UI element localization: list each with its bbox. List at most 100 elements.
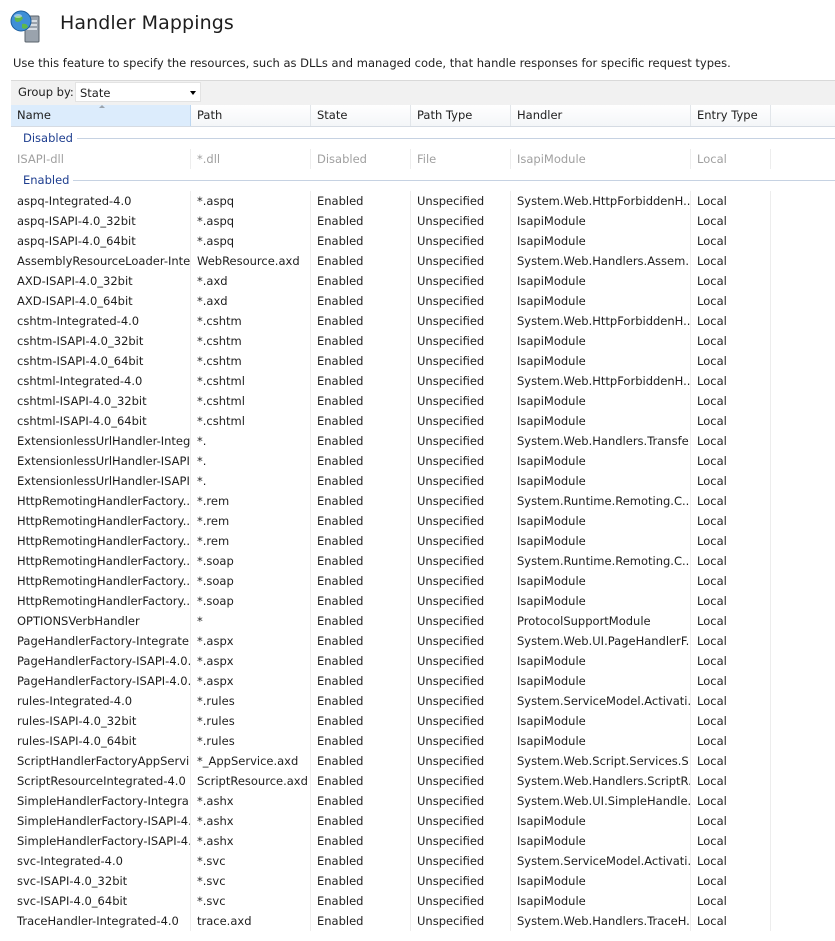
cell-path-type: Unspecified: [411, 291, 511, 311]
group-header-disabled[interactable]: Disabled: [11, 127, 835, 149]
cell-path: *.ashx: [191, 811, 311, 831]
cell-name: rules-ISAPI-4.0_32bit: [11, 711, 191, 731]
table-row[interactable]: SimpleHandlerFactory-Integra... *.ashx Ena…: [11, 791, 835, 811]
table-row[interactable]: ScriptHandlerFactoryAppServi... *_AppServ…: [11, 751, 835, 771]
cell-state: Enabled: [311, 551, 411, 571]
table-row[interactable]: ExtensionlessUrlHandler-ISAPI... *. Enable…: [11, 471, 835, 491]
cell-path-type: File: [411, 149, 511, 169]
cell-filler: [771, 751, 835, 771]
table-row[interactable]: aspq-ISAPI-4.0_32bit *.aspq Enabled Unspeci…: [11, 211, 835, 231]
column-header-path[interactable]: Path: [191, 105, 311, 126]
cell-name: cshtml-Integrated-4.0: [11, 371, 191, 391]
cell-handler: System.Web.Handlers.Assem...: [511, 251, 691, 271]
table-row[interactable]: svc-ISAPI-4.0_32bit *.svc Enabled Unspecifi…: [11, 871, 835, 891]
table-row[interactable]: HttpRemotingHandlerFactory... *.soap Enabl…: [11, 571, 835, 591]
table-row[interactable]: PageHandlerFactory-Integrate... *.aspx Ena…: [11, 631, 835, 651]
cell-name: ExtensionlessUrlHandler-Integ...: [11, 431, 191, 451]
table-row[interactable]: cshtml-Integrated-4.0 *.cshtml Enabled Unsp…: [11, 371, 835, 391]
cell-entry-type: Local: [691, 611, 771, 631]
cell-handler: IsapiModule: [511, 811, 691, 831]
cell-path: *_AppService.axd: [191, 751, 311, 771]
column-header-name[interactable]: Name: [11, 105, 191, 126]
table-row[interactable]: AXD-ISAPI-4.0_64bit *.axd Enabled Unspecifi…: [11, 291, 835, 311]
cell-path: *.aspx: [191, 631, 311, 651]
cell-entry-type: Local: [691, 451, 771, 471]
cell-state: Enabled: [311, 751, 411, 771]
group-divider-line: [23, 138, 835, 139]
cell-path: *.rules: [191, 691, 311, 711]
table-row[interactable]: SimpleHandlerFactory-ISAPI-4... *.ashx Ena…: [11, 831, 835, 851]
cell-path-type: Unspecified: [411, 231, 511, 251]
table-row[interactable]: HttpRemotingHandlerFactory... *.rem Enable…: [11, 491, 835, 511]
cell-path: *.rem: [191, 531, 311, 551]
cell-handler: IsapiModule: [511, 211, 691, 231]
table-row[interactable]: SimpleHandlerFactory-ISAPI-4... *.ashx Ena…: [11, 811, 835, 831]
table-row[interactable]: svc-Integrated-4.0 *.svc Enabled Unspecifie…: [11, 851, 835, 871]
cell-state: Enabled: [311, 891, 411, 911]
table-row[interactable]: rules-ISAPI-4.0_32bit *.rules Enabled Unspe…: [11, 711, 835, 731]
table-row[interactable]: PageHandlerFactory-ISAPI-4.0... *.aspx Ena…: [11, 651, 835, 671]
cell-handler: IsapiModule: [511, 351, 691, 371]
cell-name: svc-Integrated-4.0: [11, 851, 191, 871]
column-header-path-type[interactable]: Path Type: [411, 105, 511, 126]
cell-filler: [771, 231, 835, 251]
cell-entry-type: Local: [691, 871, 771, 891]
cell-handler: IsapiModule: [511, 391, 691, 411]
cell-path-type: Unspecified: [411, 831, 511, 851]
table-row[interactable]: cshtm-ISAPI-4.0_64bit *.cshtm Enabled Unspe…: [11, 351, 835, 371]
table-row[interactable]: HttpRemotingHandlerFactory... *.rem Enable…: [11, 531, 835, 551]
cell-entry-type: Local: [691, 291, 771, 311]
table-row[interactable]: rules-Integrated-4.0 *.rules Enabled Unspec…: [11, 691, 835, 711]
cell-path-type: Unspecified: [411, 391, 511, 411]
table-row[interactable]: OPTIONSVerbHandler * Enabled Unspecified Pro…: [11, 611, 835, 631]
cell-filler: [771, 651, 835, 671]
page-header: Handler Mappings: [0, 0, 835, 48]
column-header-entry-type[interactable]: Entry Type: [691, 105, 771, 126]
table-row[interactable]: aspq-ISAPI-4.0_64bit *.aspq Enabled Unspeci…: [11, 231, 835, 251]
cell-entry-type: Local: [691, 731, 771, 751]
cell-filler: [771, 411, 835, 431]
table-row[interactable]: HttpRemotingHandlerFactory... *.soap Enabl…: [11, 591, 835, 611]
group-by-dropdown[interactable]: State: [75, 82, 201, 102]
table-row[interactable]: HttpRemotingHandlerFactory... *.soap Enabl…: [11, 551, 835, 571]
column-header-state[interactable]: State: [311, 105, 411, 126]
cell-handler: IsapiModule: [511, 871, 691, 891]
table-row[interactable]: rules-ISAPI-4.0_64bit *.rules Enabled Unspe…: [11, 731, 835, 751]
cell-filler: [771, 771, 835, 791]
group-by-value: State: [80, 86, 111, 100]
table-row[interactable]: ScriptResourceIntegrated-4.0 ScriptResour…: [11, 771, 835, 791]
cell-path: *.dll: [191, 149, 311, 169]
table-row[interactable]: cshtml-ISAPI-4.0_64bit *.cshtml Enabled Uns…: [11, 411, 835, 431]
table-row[interactable]: AssemblyResourceLoader-Inte... WebResourc…: [11, 251, 835, 271]
table-row[interactable]: aspq-Integrated-4.0 *.aspq Enabled Unspecif…: [11, 191, 835, 211]
cell-path: *.cshtml: [191, 371, 311, 391]
cell-filler: [771, 451, 835, 471]
cell-path-type: Unspecified: [411, 571, 511, 591]
cell-path: *.rules: [191, 711, 311, 731]
table-row[interactable]: HttpRemotingHandlerFactory... *.rem Enable…: [11, 511, 835, 531]
cell-name: aspq-ISAPI-4.0_64bit: [11, 231, 191, 251]
group-header-enabled[interactable]: Enabled: [11, 169, 835, 191]
table-row[interactable]: cshtm-Integrated-4.0 *.cshtm Enabled Unspec…: [11, 311, 835, 331]
cell-state: Enabled: [311, 491, 411, 511]
cell-handler: System.Web.UI.SimpleHandle...: [511, 791, 691, 811]
cell-path: *.svc: [191, 891, 311, 911]
table-row[interactable]: ExtensionlessUrlHandler-ISAPI... *. Enable…: [11, 451, 835, 471]
table-row[interactable]: ExtensionlessUrlHandler-Integ... *. Enable…: [11, 431, 835, 451]
cell-filler: [771, 511, 835, 531]
cell-name: rules-ISAPI-4.0_64bit: [11, 731, 191, 751]
table-row[interactable]: TraceHandler-Integrated-4.0 trace.axd Enab…: [11, 911, 835, 931]
cell-entry-type: Local: [691, 671, 771, 691]
cell-state: Enabled: [311, 711, 411, 731]
table-row[interactable]: cshtm-ISAPI-4.0_32bit *.cshtm Enabled Unspe…: [11, 331, 835, 351]
cell-name: cshtm-ISAPI-4.0_32bit: [11, 331, 191, 351]
table-row[interactable]: svc-ISAPI-4.0_64bit *.svc Enabled Unspecifi…: [11, 891, 835, 911]
column-header-handler[interactable]: Handler: [511, 105, 691, 126]
cell-filler: [771, 551, 835, 571]
table-row[interactable]: cshtml-ISAPI-4.0_32bit *.cshtml Enabled Uns…: [11, 391, 835, 411]
cell-entry-type: Local: [691, 351, 771, 371]
cell-path: *.soap: [191, 551, 311, 571]
table-row[interactable]: ISAPI-dll *.dll Disabled File IsapiModule Loc…: [11, 149, 835, 169]
table-row[interactable]: AXD-ISAPI-4.0_32bit *.axd Enabled Unspecifi…: [11, 271, 835, 291]
table-row[interactable]: PageHandlerFactory-ISAPI-4.0... *.aspx Ena…: [11, 671, 835, 691]
